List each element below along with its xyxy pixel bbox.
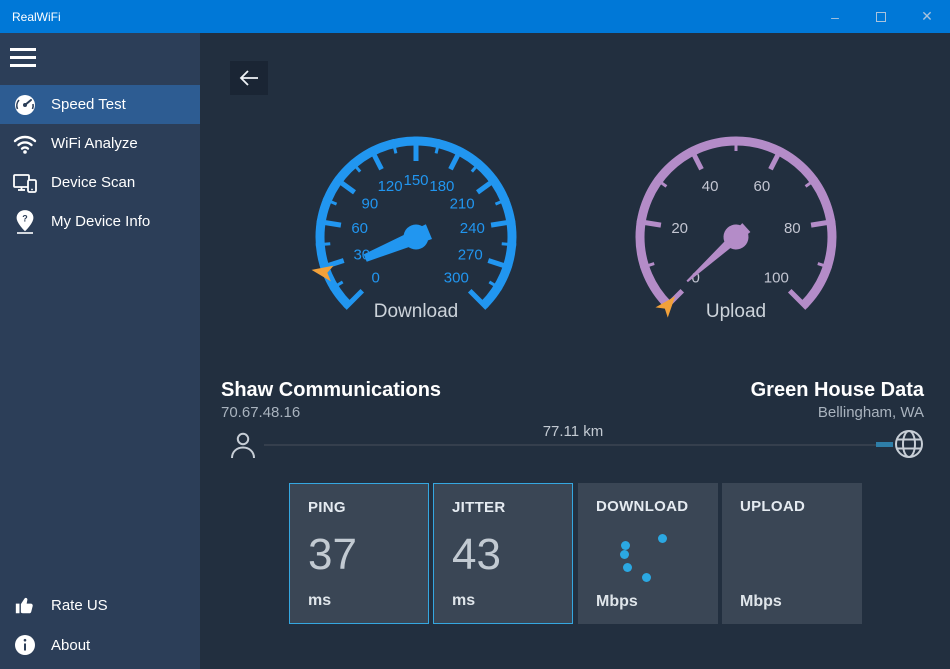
ping-card: PING 37 ms: [289, 483, 429, 624]
hamburger-icon: [10, 48, 36, 51]
svg-text:100: 100: [764, 269, 789, 286]
results-row: PING 37 ms JITTER 43 ms DOWNLOAD Mbps: [289, 483, 865, 624]
upload-label: UPLOAD: [740, 498, 862, 515]
sidebar-item-device-scan[interactable]: Device Scan: [0, 163, 200, 202]
client-ip: 70.67.48.16: [221, 403, 441, 423]
svg-text:150: 150: [403, 172, 428, 189]
jitter-card: JITTER 43 ms: [433, 483, 573, 624]
svg-text:?: ?: [22, 213, 28, 223]
window-controls: – ✕: [812, 0, 950, 33]
sidebar-item-about[interactable]: About: [0, 625, 200, 665]
sidebar-item-wifi-analyze[interactable]: WiFi Analyze: [0, 124, 200, 163]
svg-text:300: 300: [444, 269, 469, 286]
svg-text:20: 20: [671, 220, 688, 237]
svg-text:60: 60: [754, 178, 771, 195]
sidebar-item-label: Rate US: [51, 597, 108, 614]
svg-text:240: 240: [460, 220, 485, 237]
devices-icon: [12, 170, 38, 196]
svg-text:180: 180: [429, 178, 454, 195]
back-arrow-icon: [237, 68, 261, 88]
download-gauge-label: Download: [296, 301, 536, 323]
svg-text:270: 270: [458, 247, 483, 264]
download-card: DOWNLOAD Mbps: [578, 483, 718, 624]
maximize-button[interactable]: [858, 0, 904, 33]
sidebar-item-rate-us[interactable]: Rate US: [0, 585, 200, 625]
sidebar-item-speed-test[interactable]: Speed Test: [0, 85, 200, 124]
svg-text:60: 60: [351, 220, 368, 237]
minimize-icon: –: [831, 9, 839, 25]
close-icon: ✕: [921, 8, 933, 25]
sidebar-item-label: Device Scan: [51, 174, 135, 191]
svg-text:0: 0: [372, 269, 380, 286]
svg-text:40: 40: [702, 178, 719, 195]
distance-label: 77.11 km: [473, 423, 673, 440]
route-progress-indicator: [876, 442, 893, 447]
person-icon: [227, 429, 259, 461]
client-isp-name: Shaw Communications: [221, 377, 441, 403]
sidebar-item-label: About: [51, 637, 90, 654]
jitter-value: 43: [452, 530, 501, 580]
maximize-icon: [876, 12, 886, 22]
hamburger-menu-button[interactable]: [10, 44, 38, 70]
ping-unit: ms: [308, 592, 331, 610]
client-info: Shaw Communications 70.67.48.16: [221, 377, 441, 423]
ping-label: PING: [308, 499, 428, 516]
svg-text:120: 120: [378, 178, 403, 195]
app-window: RealWiFi – ✕: [0, 0, 950, 669]
ping-value: 37: [308, 530, 357, 580]
minimize-button[interactable]: –: [812, 0, 858, 33]
route-line: [264, 444, 876, 446]
svg-text:90: 90: [362, 195, 379, 212]
upload-gauge: 020406080100 Upload: [616, 125, 856, 349]
sidebar-item-label: Speed Test: [51, 96, 126, 113]
svg-text:80: 80: [784, 220, 801, 237]
wifi-icon: [12, 131, 38, 157]
back-button[interactable]: [230, 61, 268, 95]
svg-text:210: 210: [450, 195, 475, 212]
jitter-label: JITTER: [452, 499, 572, 516]
sidebar-item-my-device-info[interactable]: ? My Device Info: [0, 202, 200, 241]
speedometer-icon: [12, 92, 38, 118]
server-info: Green House Data Bellingham, WA: [751, 377, 924, 423]
download-unit: Mbps: [596, 593, 638, 611]
server-name: Green House Data: [751, 377, 924, 403]
download-gauge: 0306090120150180210240270300 Download: [296, 125, 536, 349]
titlebar: RealWiFi – ✕: [0, 0, 950, 33]
sidebar-item-label: WiFi Analyze: [51, 135, 138, 152]
sidebar-item-label: My Device Info: [51, 213, 150, 230]
device-pin-icon: ?: [12, 209, 38, 235]
sidebar: Speed Test WiFi Analyze: [0, 33, 200, 669]
upload-unit: Mbps: [740, 593, 782, 611]
sidebar-nav: Speed Test WiFi Analyze: [0, 85, 200, 241]
app-title: RealWiFi: [12, 10, 61, 24]
info-icon: [12, 632, 38, 658]
main-content: 0306090120150180210240270300 Download 02…: [200, 33, 950, 669]
server-location: Bellingham, WA: [751, 403, 924, 423]
upload-gauge-label: Upload: [616, 301, 856, 323]
close-button[interactable]: ✕: [904, 0, 950, 33]
globe-icon: [894, 429, 924, 459]
jitter-unit: ms: [452, 592, 475, 610]
upload-card: UPLOAD Mbps: [722, 483, 862, 624]
thumbs-up-icon: [12, 592, 38, 618]
